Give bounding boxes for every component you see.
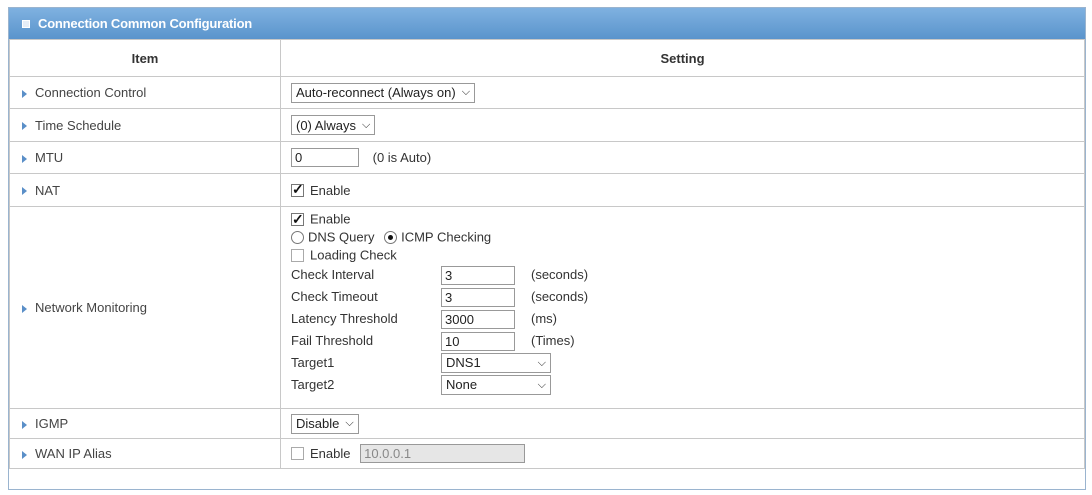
dns-query-radio[interactable] — [291, 231, 304, 245]
network-monitoring-enable-checkbox[interactable] — [291, 210, 304, 228]
connection-control-label: Connection Control — [35, 85, 147, 100]
mtu-hint: (0 is Auto) — [372, 150, 432, 165]
triangle-right-icon — [22, 122, 27, 131]
chevron-down-icon: ⌵ — [537, 379, 546, 391]
table-row: MTU 0 (0 is Auto) — [9, 141, 1085, 174]
wan-ip-alias-input[interactable]: 10.0.0.1 — [360, 444, 526, 463]
check-interval-unit: (seconds) — [531, 267, 589, 282]
table-row: Network Monitoring Enable DNS Query ICMP… — [9, 206, 1085, 409]
nat-label: NAT — [35, 182, 61, 198]
target1-select[interactable]: DNS1 ⌵ — [441, 353, 551, 373]
triangle-right-icon — [22, 89, 27, 98]
table-row: WAN IP Alias Enable 10.0.0.1 — [9, 438, 1085, 469]
chevron-down-icon: ⌵ — [345, 417, 354, 429]
check-timeout-unit: (seconds) — [531, 289, 589, 304]
table-row: Time Schedule (0) Always ⌵ — [9, 108, 1085, 142]
nat-enable-label: Enable — [310, 183, 351, 199]
time-schedule-label: Time Schedule — [35, 117, 122, 133]
triangle-right-icon — [22, 450, 27, 459]
network-monitoring-label: Network Monitoring — [35, 300, 147, 315]
latency-threshold-input[interactable]: 3000 — [441, 309, 515, 329]
connection-control-value: Auto-reconnect (Always on) — [296, 85, 456, 100]
check-timeout-input[interactable]: 3 — [441, 287, 515, 307]
table-header-row: Item Setting — [9, 39, 1085, 77]
loading-check-checkbox[interactable] — [291, 249, 304, 263]
setting-column-header: Setting — [280, 39, 1085, 77]
check-timeout-label: Check Timeout — [291, 289, 378, 304]
table-row: IGMP Disable ⌵ — [9, 408, 1085, 439]
triangle-right-icon — [22, 420, 27, 429]
mtu-label: MTU — [35, 150, 64, 165]
table-row: Connection Control Auto-reconnect (Alway… — [9, 76, 1085, 109]
mtu-input[interactable]: 0 — [291, 148, 359, 167]
fail-threshold-input[interactable]: 10 — [441, 331, 515, 351]
target2-label: Target2 — [291, 377, 335, 392]
monitoring-parameters: Check Interval 3 (seconds) Check Timeout… — [291, 265, 1084, 395]
wan-ip-alias-label: WAN IP Alias — [35, 446, 112, 461]
target2-value: None — [446, 377, 478, 392]
latency-threshold-label: Latency Threshold — [291, 311, 398, 326]
chevron-down-icon: ⌵ — [537, 357, 546, 369]
wan-ip-alias-enable-label: Enable — [310, 446, 351, 461]
check-interval-input[interactable]: 3 — [441, 265, 515, 285]
chevron-down-icon: ⌵ — [461, 86, 471, 98]
target1-label: Target1 — [291, 355, 335, 370]
square-icon — [22, 19, 30, 28]
connection-control-select[interactable]: Auto-reconnect (Always on) ⌵ — [291, 82, 476, 103]
nat-enable-checkbox[interactable] — [291, 181, 304, 198]
loading-check-label: Loading Check — [310, 247, 397, 263]
triangle-right-icon — [22, 187, 27, 196]
triangle-right-icon — [22, 154, 27, 163]
config-table: Item Setting Connection Control Auto-rec… — [9, 39, 1085, 469]
config-panel: Connection Common Configuration Item Set… — [8, 7, 1086, 490]
item-column-header: Item — [9, 39, 281, 77]
time-schedule-select[interactable]: (0) Always ⌵ — [291, 115, 376, 135]
latency-threshold-unit: (ms) — [531, 311, 557, 326]
icmp-checking-label: ICMP Checking — [401, 229, 492, 245]
target1-value: DNS1 — [446, 355, 481, 370]
fail-threshold-label: Fail Threshold — [291, 333, 374, 348]
fail-threshold-unit: (Times) — [531, 333, 575, 348]
igmp-select[interactable]: Disable ⌵ — [291, 413, 359, 434]
table-row: NAT Enable — [9, 173, 1085, 207]
igmp-label: IGMP — [35, 416, 69, 431]
icmp-checking-radio[interactable] — [384, 231, 398, 245]
check-interval-label: Check Interval — [291, 267, 375, 282]
dns-query-label: DNS Query — [308, 229, 375, 245]
target2-select[interactable]: None ⌵ — [441, 375, 551, 395]
network-monitoring-enable-label: Enable — [310, 211, 351, 227]
igmp-value: Disable — [296, 416, 340, 431]
wan-ip-alias-enable-checkbox[interactable] — [291, 447, 304, 460]
time-schedule-value: (0) Always — [296, 117, 356, 133]
chevron-down-icon: ⌵ — [361, 118, 371, 131]
panel-title: Connection Common Configuration — [38, 16, 253, 31]
panel-title-bar: Connection Common Configuration — [9, 8, 1085, 39]
triangle-right-icon — [22, 304, 27, 313]
